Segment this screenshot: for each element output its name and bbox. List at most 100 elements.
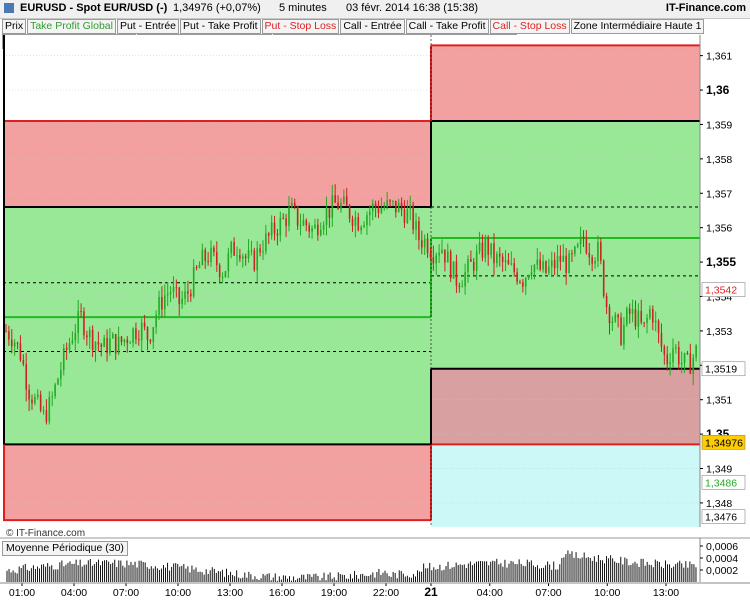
candle-body	[536, 259, 539, 265]
y-tick-label: 1,356	[706, 223, 732, 235]
candle-body	[498, 253, 501, 257]
candle-body	[478, 242, 481, 252]
candle-body	[192, 267, 195, 297]
candle-body	[675, 346, 677, 349]
candle-body	[345, 196, 348, 206]
candle-body	[677, 346, 680, 365]
zone-call-stop-loss-day1	[3, 444, 431, 521]
candle-body	[585, 238, 588, 253]
candle-body	[591, 257, 593, 264]
candle-body	[634, 309, 637, 327]
candle-body	[559, 255, 562, 262]
candle-body	[626, 308, 628, 325]
candle-body	[579, 236, 582, 245]
candle-body	[582, 236, 585, 239]
candle-body	[34, 396, 36, 404]
candle-body	[571, 253, 573, 255]
candle-body	[421, 240, 423, 248]
candle-body	[158, 296, 160, 315]
candle-body	[530, 272, 533, 276]
candle-body	[114, 334, 117, 354]
candle-body	[152, 327, 155, 342]
x-tick-label: 16:00	[269, 587, 295, 599]
candle-body	[77, 311, 79, 334]
candle-body	[487, 238, 490, 255]
candle-body	[224, 271, 227, 278]
candle-body	[400, 202, 403, 210]
candle-body	[236, 255, 238, 257]
candle-body	[516, 272, 518, 282]
candle-body	[640, 310, 643, 323]
candle-body	[357, 217, 360, 231]
x-tick-label: 07:00	[535, 587, 561, 599]
candle-body	[455, 261, 458, 286]
candle-body	[600, 242, 602, 261]
candle-body	[377, 207, 380, 213]
candle-body	[65, 347, 68, 350]
candle-body	[198, 265, 201, 269]
candle-body	[542, 261, 544, 270]
candle-body	[19, 343, 22, 361]
candle-body	[103, 337, 105, 347]
candle-body	[172, 287, 175, 293]
candle-body	[562, 255, 565, 262]
candle-body	[484, 238, 487, 258]
x-tick-label: 22:00	[373, 587, 399, 599]
candle-body	[256, 248, 259, 271]
candle-body	[126, 339, 129, 344]
candle-body	[13, 342, 16, 347]
candle-body	[507, 260, 510, 265]
candle-body	[270, 222, 273, 236]
candle-body	[481, 242, 484, 258]
x-tick-label: 01:00	[9, 587, 35, 599]
candle-body	[250, 250, 253, 252]
candle-body	[686, 353, 689, 355]
candle-body	[80, 311, 82, 313]
candle-body	[666, 354, 669, 365]
candle-body	[302, 220, 305, 226]
candle-body	[322, 224, 325, 230]
price-chart[interactable]: 1,3611,361,3591,3581,3571,3561,3551,3541…	[0, 0, 750, 600]
candle-body	[435, 255, 438, 264]
candle-body	[106, 337, 108, 354]
candle-body	[16, 342, 19, 344]
candle-body	[207, 260, 209, 263]
candle-body	[539, 259, 541, 270]
candle-body	[501, 256, 504, 263]
indicator-legend-button[interactable]: Moyenne Périodique (30)	[2, 541, 128, 556]
candle-body	[423, 238, 426, 248]
candle-body	[337, 202, 339, 210]
candle-body	[371, 203, 374, 212]
candle-body	[689, 353, 692, 374]
candle-body	[548, 266, 550, 273]
candle-body	[8, 331, 10, 340]
candle-body	[112, 334, 114, 339]
candle-body	[319, 229, 322, 236]
y-tick-label: 1,359	[706, 119, 732, 131]
watermark: © IT-Finance.com	[6, 528, 86, 539]
candle-body	[395, 200, 397, 213]
candle-body	[386, 200, 388, 208]
candle-body	[311, 228, 313, 232]
candle-body	[475, 251, 478, 271]
candle-body	[42, 410, 45, 412]
candle-body	[244, 256, 247, 259]
y-tick-label: 1,358	[706, 154, 732, 166]
x-tick-label: 04:00	[477, 587, 503, 599]
candle-body	[553, 260, 556, 269]
x-tick-label: 13:00	[217, 587, 243, 599]
x-tick-label: 21	[424, 585, 438, 599]
candle-body	[597, 242, 599, 261]
candle-body	[418, 221, 420, 241]
candle-body	[184, 291, 186, 299]
candle-body	[68, 343, 71, 350]
candle-body	[36, 394, 39, 397]
zone-take-profit-day2	[431, 121, 700, 369]
candle-body	[692, 357, 695, 374]
candle-body	[308, 225, 310, 232]
candle-body	[438, 252, 440, 256]
candle-body	[389, 200, 391, 202]
candle-body	[247, 250, 250, 259]
candle-body	[343, 196, 345, 203]
candle-body	[273, 222, 276, 234]
